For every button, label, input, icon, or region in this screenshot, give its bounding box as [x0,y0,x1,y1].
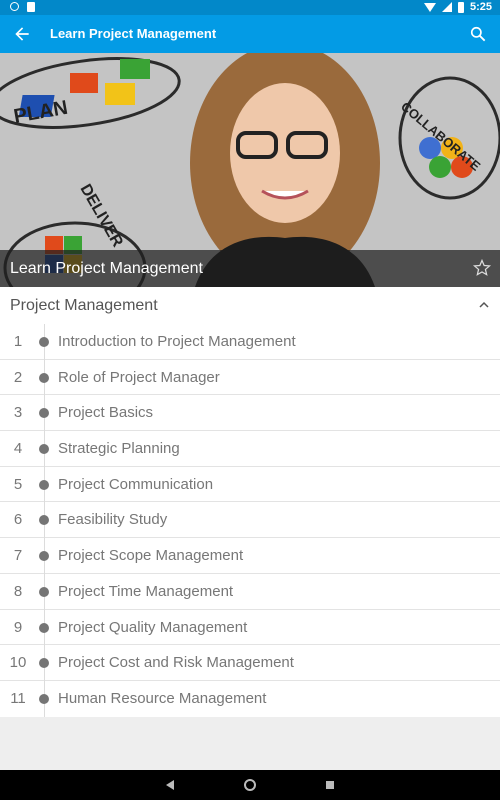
lesson-number: 8 [13,582,23,600]
lesson-title: Strategic Planning [58,440,180,458]
lesson-number: 11 [10,689,26,707]
lesson-title: Project Basics [58,404,154,422]
sd-card-icon [27,2,35,12]
lesson-number: 2 [13,368,23,386]
lesson-bullet [39,479,49,490]
wifi-icon [423,2,436,12]
signal-icon [441,2,452,12]
lesson-item[interactable]: 10 Project Cost and Risk Management [0,645,500,681]
lesson-item[interactable]: 3 Project Basics [0,395,500,432]
search-icon[interactable] [468,24,488,44]
hero-banner: PLAN COLLABORATE DELIVER Learn Project M… [0,53,500,287]
lesson-title: Project Scope Management [58,547,244,565]
lesson-list: 1 Introduction to Project Management 2 R… [0,324,500,717]
lesson-bullet [39,586,49,597]
app-bar: Learn Project Management [0,15,500,53]
status-right-icons: 5:25 [423,1,492,13]
lesson-item[interactable]: 7 Project Scope Management [0,538,500,574]
lesson-bullet [39,551,49,562]
lesson-bullet [39,622,49,633]
app-bar-title: Learn Project Management [50,26,217,41]
battery-icon [457,1,464,13]
status-time: 5:25 [469,1,492,13]
lesson-title: Project Quality Management [58,618,248,636]
lesson-title: Project Cost and Risk Management [58,654,294,672]
lesson-item[interactable]: 2 Role of Project Manager [0,360,500,396]
section-title: Project Management [10,297,158,314]
lesson-bullet [39,658,49,669]
chevron-up-icon[interactable] [478,299,490,311]
lesson-number: 1 [13,333,23,350]
square-recents-icon[interactable] [323,778,337,792]
lesson-number: 6 [13,511,23,529]
lesson-item[interactable]: 8 Project Time Management [0,574,500,610]
lesson-title: Human Resource Management [58,689,267,707]
status-bar: 5:25 [0,0,500,15]
hero-caption-title: Learn Project Management [10,260,203,277]
lesson-title: Project Time Management [58,582,234,600]
section-header[interactable]: Project Management [0,287,500,324]
lesson-number: 9 [13,618,23,636]
lesson-item[interactable]: 5 Project Communication [0,467,500,503]
lesson-item[interactable]: 1 Introduction to Project Management [0,324,500,360]
lesson-number: 10 [9,654,27,672]
lesson-title: Project Communication [58,475,214,493]
lesson-number: 3 [13,404,23,422]
lesson-bullet [39,444,49,455]
lesson-item[interactable]: 9 Project Quality Management [0,610,500,646]
system-nav-bar [0,770,500,800]
lesson-number: 7 [13,547,23,565]
circle-home-icon[interactable] [243,778,257,792]
hero-caption-bar: Learn Project Management [0,250,500,287]
lesson-bullet [39,337,49,347]
course-section: Project Management 1 Introduction to Pro… [0,287,500,717]
arrow-left-icon[interactable] [12,24,32,44]
lesson-number: 4 [13,440,23,458]
lesson-title: Role of Project Manager [58,368,220,386]
lesson-bullet [39,408,49,419]
lesson-item[interactable]: 6 Feasibility Study [0,502,500,539]
lesson-number: 5 [13,475,23,493]
lesson-title: Feasibility Study [58,511,168,529]
star-outline-icon[interactable] [472,258,492,278]
triangle-back-icon[interactable] [163,778,177,792]
lesson-bullet [39,693,49,704]
lesson-item[interactable]: 11 Human Resource Management [0,681,500,717]
lesson-bullet [39,515,49,526]
status-left-icons [10,2,35,12]
lesson-bullet [39,372,49,383]
lesson-item[interactable]: 4 Strategic Planning [0,431,500,467]
sync-icon [10,2,19,11]
lesson-title: Introduction to Project Management [58,333,296,350]
